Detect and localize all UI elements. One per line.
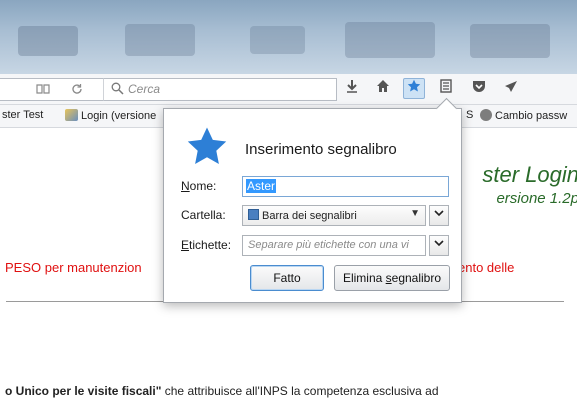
page-heading: ster Login — [482, 162, 577, 187]
titlebar-blur — [470, 24, 550, 58]
tags-label-accesskey: E — [181, 238, 190, 252]
pocket-button[interactable] — [468, 78, 490, 99]
remove-button-text: Elimina — [342, 271, 386, 285]
name-label-text: ome: — [189, 179, 217, 193]
bookmark-label: Login (versione — [81, 110, 157, 122]
bookmark-item[interactable]: Login (versione — [65, 109, 156, 122]
search-icon — [111, 82, 125, 96]
dropdown-arrow-icon: ▼ — [410, 208, 420, 219]
bookmark-popup: Inserimento segnalibro Nome: Aster Carte… — [163, 97, 462, 303]
done-button[interactable]: Fatto — [250, 265, 324, 291]
body-text: o Unico per le visite fiscali" che attri… — [5, 384, 439, 398]
chevron-down-icon — [434, 240, 444, 247]
folder-label: Cartella: — [181, 208, 226, 222]
reload-icon[interactable] — [69, 83, 85, 97]
titlebar-blur — [345, 22, 435, 58]
navigation-toolbar: Cerca — [0, 74, 577, 105]
star-icon — [187, 127, 227, 164]
url-bar[interactable] — [0, 78, 103, 101]
expand-folder-tree-button[interactable] — [429, 205, 449, 226]
search-box[interactable]: Cerca — [103, 78, 337, 101]
globe-icon — [480, 109, 492, 121]
remove-button-text-end: egnalibro — [391, 271, 442, 285]
bookmark-favicon-icon — [65, 109, 78, 121]
reader-view-icon[interactable] — [35, 83, 51, 97]
bookmark-item[interactable]: ster Test — [2, 109, 43, 121]
tags-label: Etichette: — [181, 238, 231, 252]
folder-icon — [248, 209, 259, 220]
folder-select[interactable]: Barra dei segnalibri ▼ — [242, 205, 426, 226]
body-text-bold: o Unico per le visite fiscali" — [5, 384, 162, 398]
titlebar-blur — [125, 24, 195, 56]
popup-title: Inserimento segnalibro — [245, 141, 397, 158]
downloads-button[interactable] — [341, 78, 363, 99]
bookmark-label: Cambio passw — [495, 110, 568, 122]
name-label-accesskey: N — [181, 179, 190, 193]
bookmarks-menu-button[interactable] — [435, 78, 457, 99]
titlebar-blur — [250, 26, 305, 54]
chevron-down-icon — [434, 210, 444, 217]
bookmark-star-button[interactable] — [403, 78, 425, 99]
tags-label-text: tichette: — [189, 238, 232, 252]
bookmark-item[interactable]: Cambio passw — [480, 109, 567, 122]
notice-text: PESO per manutenzion — [5, 260, 142, 275]
search-placeholder: Cerca — [128, 82, 161, 96]
tags-placeholder: Separare più etichette con una vi — [248, 239, 409, 251]
home-button[interactable] — [372, 78, 394, 99]
page-subheading: ersione 1.2p — [496, 190, 577, 207]
folder-select-text: Barra dei segnalibri — [262, 210, 357, 222]
remove-bookmark-button[interactable]: Elimina segnalibro — [334, 265, 450, 291]
body-text-rest: che attribuisce all'INPS la competenza e… — [161, 384, 439, 398]
name-field-value: Aster — [246, 179, 277, 193]
folder-select-value: Barra dei segnalibri — [248, 209, 357, 222]
name-label: Nome: — [181, 179, 216, 193]
send-button[interactable] — [500, 78, 522, 99]
window-titlebar — [0, 0, 577, 74]
bookmark-item[interactable]: S — [466, 109, 473, 121]
tags-field[interactable]: Separare più etichette con una vi — [242, 235, 426, 256]
notice-text: ento delle — [458, 260, 515, 275]
expand-tags-button[interactable] — [429, 235, 449, 256]
titlebar-blur — [18, 26, 78, 56]
name-field[interactable]: Aster — [242, 176, 449, 197]
